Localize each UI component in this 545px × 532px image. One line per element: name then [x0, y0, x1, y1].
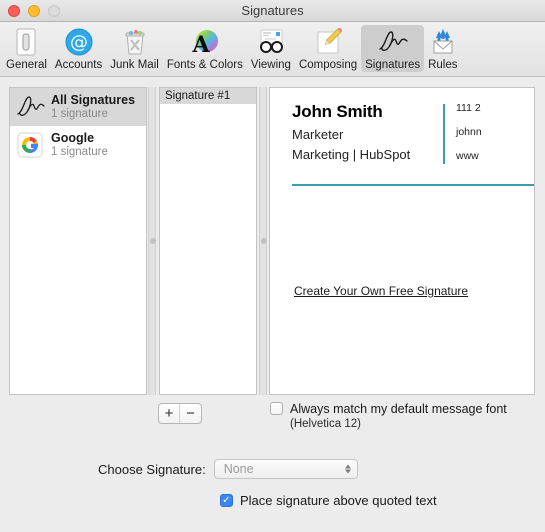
- place-above-quoted-checkbox[interactable]: ✓: [220, 494, 233, 507]
- signature-vertical-divider: [443, 104, 445, 164]
- general-icon: [13, 27, 39, 57]
- checkmark-icon: ✓: [222, 494, 231, 506]
- accounts-at-icon: @: [65, 27, 93, 57]
- account-name: Google: [51, 131, 95, 146]
- toolbar-label-junk-mail: Junk Mail: [110, 59, 159, 71]
- toolbar-item-viewing[interactable]: Viewing: [247, 25, 295, 72]
- accounts-list-panel[interactable]: All Signatures 1 signature Google 1 sign…: [9, 87, 147, 395]
- toolbar-label-signatures: Signatures: [365, 59, 421, 71]
- account-row-google[interactable]: Google 1 signature: [10, 126, 146, 164]
- choose-signature-dropdown[interactable]: None: [213, 459, 358, 479]
- account-row-all-signatures[interactable]: All Signatures 1 signature: [10, 88, 146, 126]
- signature-list-panel[interactable]: Signature #1: [159, 87, 257, 395]
- signature-scribble-icon: [15, 92, 45, 122]
- svg-text:A: A: [191, 32, 210, 56]
- splitter-handle-left[interactable]: [148, 87, 156, 395]
- signature-contact-address: 111 2: [456, 102, 481, 114]
- signature-horizontal-divider: [292, 184, 534, 186]
- toolbar-item-general[interactable]: General: [2, 25, 51, 72]
- toolbar-item-composing[interactable]: Composing: [295, 25, 361, 72]
- toolbar-label-viewing: Viewing: [250, 59, 291, 71]
- toolbar-item-junk-mail[interactable]: Junk Mail: [106, 25, 163, 72]
- signature-contact-column: 111 2 johnn www: [456, 102, 534, 174]
- place-above-quoted-row[interactable]: ✓ Place signature above quoted text: [220, 493, 437, 508]
- choose-signature-value: None: [223, 462, 254, 476]
- signatures-icon: [376, 27, 410, 57]
- signatures-content: All Signatures 1 signature Google 1 sign…: [0, 77, 545, 532]
- account-subtitle: 1 signature: [51, 145, 108, 158]
- signatures-preferences-window: Signatures General @ Accounts Junk Mail …: [0, 0, 545, 532]
- match-default-font-text: Always match my default message font (He…: [290, 402, 507, 430]
- account-text-all-signatures: All Signatures 1 signature: [51, 93, 135, 121]
- place-above-quoted-label: Place signature above quoted text: [240, 493, 437, 508]
- splitter-grip-icon: [150, 238, 156, 244]
- toolbar-item-rules[interactable]: Rules: [424, 25, 461, 72]
- toolbar-label-fonts-colors: Fonts & Colors: [166, 59, 243, 71]
- chevron-updown-icon: [344, 464, 351, 474]
- signature-preview-panel[interactable]: John Smith Marketer Marketing | HubSpot …: [269, 87, 535, 395]
- match-default-font-checkbox[interactable]: [270, 402, 283, 415]
- rules-envelope-icon: [429, 27, 457, 57]
- match-default-font-row[interactable]: Always match my default message font (He…: [270, 402, 507, 430]
- add-signature-button[interactable]: +: [159, 404, 180, 423]
- toolbar-label-rules: Rules: [428, 59, 458, 71]
- junk-mail-icon: [121, 27, 149, 57]
- toolbar-label-accounts: Accounts: [54, 59, 103, 71]
- toolbar-label-composing: Composing: [298, 59, 358, 71]
- signature-card: John Smith Marketer Marketing | HubSpot …: [270, 102, 534, 164]
- splitter-handle-right[interactable]: [259, 87, 267, 395]
- toolbar-item-accounts[interactable]: @ Accounts: [51, 25, 106, 72]
- title-bar: Signatures: [0, 0, 545, 22]
- fonts-colors-icon: A: [191, 27, 219, 57]
- toolbar-item-signatures[interactable]: Signatures: [361, 25, 425, 72]
- choose-signature-row: Choose Signature: None: [98, 459, 358, 479]
- toolbar-item-fonts-colors[interactable]: A Fonts & Colors: [163, 25, 247, 72]
- window-title: Signatures: [241, 3, 304, 18]
- match-default-font-label: Always match my default message font: [290, 402, 507, 416]
- choose-signature-label: Choose Signature:: [98, 461, 206, 477]
- signature-add-remove-group: + −: [158, 403, 202, 424]
- composing-pencil-icon: [314, 27, 343, 57]
- toolbar-label-general: General: [6, 59, 47, 71]
- remove-signature-button[interactable]: −: [180, 404, 201, 423]
- signature-contact-email: johnn: [456, 126, 482, 138]
- account-text-google: Google 1 signature: [51, 131, 108, 159]
- match-default-font-sublabel: (Helvetica 12): [290, 418, 361, 431]
- account-subtitle: 1 signature: [51, 107, 108, 120]
- signature-contact-website: www: [456, 150, 479, 162]
- signature-row-1[interactable]: Signature #1: [160, 88, 256, 104]
- svg-text:@: @: [70, 32, 88, 53]
- splitter-grip-icon: [261, 238, 267, 244]
- google-g-icon: [15, 130, 45, 160]
- preferences-toolbar: General @ Accounts Junk Mail A Fonts & C…: [0, 22, 545, 77]
- create-signature-link[interactable]: Create Your Own Free Signature: [294, 284, 468, 298]
- signature-preview-content: John Smith Marketer Marketing | HubSpot …: [270, 88, 534, 394]
- viewing-glasses-icon: [256, 27, 286, 57]
- account-name: All Signatures: [51, 93, 136, 108]
